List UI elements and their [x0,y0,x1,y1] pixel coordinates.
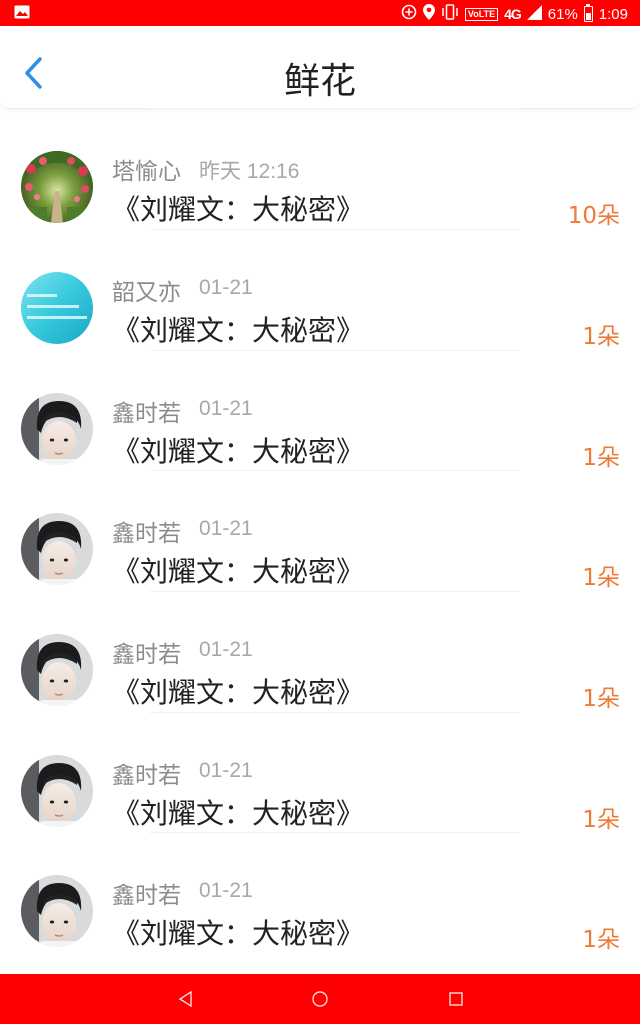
flower-count: 1朵 [582,927,620,954]
add-circle-icon [401,4,417,24]
send-time: 01-21 [199,638,253,662]
send-time: 01-21 [199,758,253,782]
avatar[interactable] [21,272,93,344]
avatar[interactable] [21,392,93,465]
clock: 1:09 [598,5,628,23]
flower-record-list: 塔愉心 昨天 12:16 《刘耀文：大秘密》 10朵 韶又亦 01-21 《刘耀… [0,108,640,953]
recents-square-icon [449,992,463,1006]
avatar[interactable] [21,513,93,586]
sender-name: 鑫时若 [112,521,181,548]
image-icon [14,5,30,19]
garden-avatar-image [21,151,93,223]
send-time: 01-21 [199,396,253,420]
send-time: 01-21 [199,879,253,903]
sender-name: 韶又亦 [112,280,181,306]
nav-home-button[interactable] [310,989,330,1009]
send-time: 昨天 12:16 [199,160,300,183]
home-circle-icon [312,991,328,1007]
row-divider [150,470,520,472]
sender-name: 鑫时若 [112,400,181,427]
portrait-avatar-image [21,513,93,586]
sender-name: 鑫时若 [112,642,181,669]
system-nav-bar [0,974,640,1024]
sender-name: 塔愉心 [112,159,181,185]
book-title: 《刘耀文：大秘密》 [112,434,365,468]
sender-name: 鑫时若 [112,762,181,789]
send-time: 01-21 [199,517,253,541]
book-title: 《刘耀文：大秘密》 [112,555,365,589]
location-icon [422,4,435,24]
list-item[interactable]: 塔愉心 昨天 12:16 《刘耀文：大秘密》 10朵 [0,108,640,229]
row-divider [150,229,520,230]
list-item[interactable]: 鑫时若 01-21 《刘耀文：大秘密》 1朵 [0,470,640,591]
app-header: 鲜花 [0,26,640,109]
list-item[interactable]: 韶又亦 01-21 《刘耀文：大秘密》 1朵 [0,229,640,350]
send-time: 01-21 [199,276,253,299]
portrait-avatar-image [21,754,93,827]
flower-count: 1朵 [582,565,620,592]
flower-count: 10朵 [567,203,620,229]
book-title: 《刘耀文：大秘密》 [112,917,365,951]
teal-avatar-image [21,272,93,344]
flower-count: 1朵 [582,686,620,713]
portrait-avatar-image [21,875,93,948]
network-type: 4G [504,6,522,22]
page-title: 鲜花 [283,61,356,102]
avatar[interactable] [21,754,93,827]
portrait-avatar-image [21,392,93,465]
avatar[interactable] [21,151,93,223]
row-divider [150,711,520,713]
sender-name: 鑫时若 [112,883,181,910]
list-item[interactable]: 鑫时若 01-21 《刘耀文：大秘密》 1朵 [0,349,640,471]
list-item[interactable]: 鑫时若 01-21 《刘耀文：大秘密》 1朵 [0,591,640,712]
row-divider [150,108,520,109]
avatar[interactable] [21,634,93,707]
flower-count: 1朵 [582,324,620,350]
book-title: 《刘耀文：大秘密》 [112,676,365,710]
book-title: 《刘耀文：大秘密》 [112,796,365,830]
avatar[interactable] [21,875,93,948]
flower-count: 1朵 [582,806,620,833]
book-title: 《刘耀文：大秘密》 [112,193,365,226]
nav-recents-button[interactable] [446,989,466,1009]
status-bar: VoLTE 4G 61% 1:09 [0,0,640,26]
battery-percent: 61% [547,5,578,23]
volte-badge: VoLTE [464,7,499,21]
list-item[interactable]: 鑫时若 01-21 《刘耀文：大秘密》 1朵 [0,711,640,833]
back-triangle-icon [178,990,192,1008]
flower-count: 1朵 [582,444,620,471]
status-icons: VoLTE 4G 61% 1:09 [401,4,628,24]
nav-back-button[interactable] [176,989,196,1009]
portrait-avatar-image [21,634,93,707]
signal-icon [526,4,542,24]
list-item[interactable]: 鑫时若 01-21 《刘耀文：大秘密》 1朵 [0,832,640,953]
row-divider [150,349,520,351]
row-divider [150,591,520,593]
row-divider [150,832,520,834]
book-title: 《刘耀文：大秘密》 [112,314,365,347]
battery-icon [583,4,593,22]
vibrate-icon [441,4,459,24]
